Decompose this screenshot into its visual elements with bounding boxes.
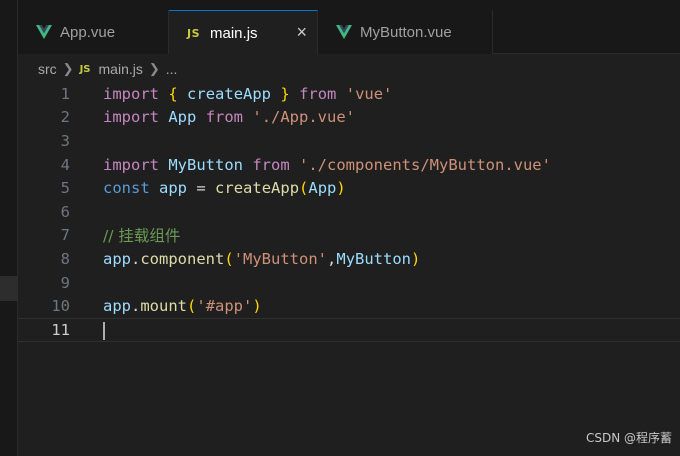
breadcrumb: src ❯ JS main.js ❯ ... [18,55,680,83]
code-line: 5 const app = createApp(App) [18,176,680,200]
current-line[interactable]: 11 [18,318,680,342]
line-number: 10 [51,297,70,316]
token: import [103,84,159,103]
token: ) [411,249,421,268]
code-line: 6 [18,200,680,224]
token: import [103,108,159,127]
tab-label: App.vue [60,23,116,41]
token: './App.vue' [252,108,356,127]
token: component [140,249,225,268]
token: './components/MyButton.vue' [299,155,551,174]
token: App [168,108,197,127]
line-number: 4 [60,155,70,174]
line-number: 3 [60,131,70,150]
token: . [131,297,141,316]
code-text: import MyButton from './components/MyBut… [103,156,551,174]
line-number: 9 [60,273,70,292]
line-number: 5 [60,179,70,198]
chevron-right-icon: ❯ [148,61,160,76]
editor-tab-bar: App.vue JS main.js × MyButton.vue [18,0,680,55]
code-line: 2 import App from './App.vue' [18,106,680,130]
token: app [159,179,188,198]
token: App [308,179,337,198]
token: const [103,179,150,198]
code-text: import { createApp } from 'vue' [103,85,392,103]
token: } [280,84,290,103]
close-icon[interactable]: × [296,23,307,41]
code-line: 4 import MyButton from './components/MyB… [18,153,680,177]
token: mount [140,297,188,316]
line-number: 11 [51,320,70,339]
token: app [103,297,131,316]
code-text: import App from './App.vue' [103,108,355,126]
token: 'vue' [345,84,393,103]
breadcrumb-folder[interactable]: src [38,61,57,77]
chevron-right-icon: ❯ [62,61,74,76]
token: from [252,155,290,174]
code-text: const app = createApp(App) [103,179,346,197]
token: createApp [215,179,300,198]
code-line: 3 [18,129,680,153]
tab-mybutton-vue[interactable]: MyButton.vue [318,10,493,54]
token: app [103,249,131,268]
token: MyButton [168,155,243,174]
code-editor[interactable]: 1 import { createApp } from 'vue' 2 impo… [18,82,680,456]
code-line: 1 import { createApp } from 'vue' [18,82,680,106]
breadcrumb-more[interactable]: ... [166,61,178,77]
tab-label: main.js [210,24,258,42]
line-number: 8 [60,249,70,268]
js-icon: JS [187,26,201,40]
line-number: 7 [60,226,70,245]
token: from [299,84,337,103]
token: MyButton [336,249,412,268]
text-cursor [103,322,105,340]
token: , [327,249,337,268]
code-comment: // 挂载组件 [103,227,181,246]
token: ) [252,297,262,316]
token: . [131,249,141,268]
token: import [103,155,159,174]
token: { [168,84,178,103]
vue-icon [36,25,52,39]
js-icon: JS [79,63,91,75]
token: '#app' [196,297,253,316]
token: ( [187,297,197,316]
code-line: 8 app.component('MyButton',MyButton) [18,247,680,271]
code-text: app.mount('#app') [103,297,262,315]
line-number: 6 [60,202,70,221]
line-number: 1 [60,84,70,103]
token: ) [336,179,346,198]
tab-app-vue[interactable]: App.vue [18,10,169,54]
token: from [205,108,244,127]
code-line: 10 app.mount('#app') [18,294,680,318]
activity-bar-indicator [0,276,18,301]
token: = [196,179,206,198]
tab-main-js[interactable]: JS main.js × [169,10,318,55]
code-line: 7 // 挂载组件 [18,224,680,248]
vue-icon [336,25,352,39]
tab-label: MyButton.vue [360,23,452,41]
token: ( [299,179,309,198]
code-text: app.component('MyButton',MyButton) [103,250,420,268]
breadcrumb-file[interactable]: main.js [99,61,143,77]
line-number: 2 [60,108,70,127]
token: ( [224,249,234,268]
activity-bar-edge [0,0,18,456]
token: 'MyButton' [233,249,328,268]
watermark: CSDN @程序蓄 [585,431,672,445]
code-line: 9 [18,271,680,295]
token: createApp [187,84,272,103]
